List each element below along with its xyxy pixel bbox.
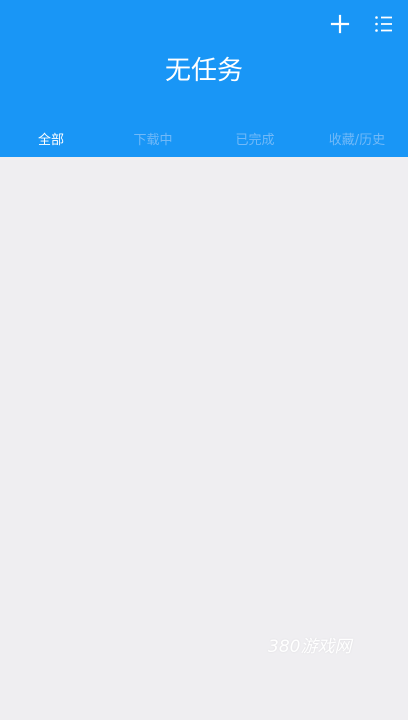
add-button[interactable]: [326, 10, 354, 38]
tab-completed[interactable]: 已完成: [204, 125, 306, 157]
page-title: 无任务: [164, 56, 243, 86]
list-icon: [375, 16, 392, 32]
plus-icon: [330, 14, 350, 34]
download-task-screen: 无任务 全部 下载中 已完成 收藏/历史 380游戏网: [0, 0, 408, 720]
header: 无任务 全部 下载中 已完成 收藏/历史: [0, 0, 408, 157]
menu-button[interactable]: [370, 10, 398, 38]
tab-all[interactable]: 全部: [0, 125, 102, 157]
tab-favorites-history[interactable]: 收藏/历史: [306, 125, 408, 157]
tab-bar: 全部 下载中 已完成 收藏/历史: [0, 125, 408, 157]
tab-downloading[interactable]: 下载中: [102, 125, 204, 157]
watermark: 380游戏网: [268, 637, 352, 657]
